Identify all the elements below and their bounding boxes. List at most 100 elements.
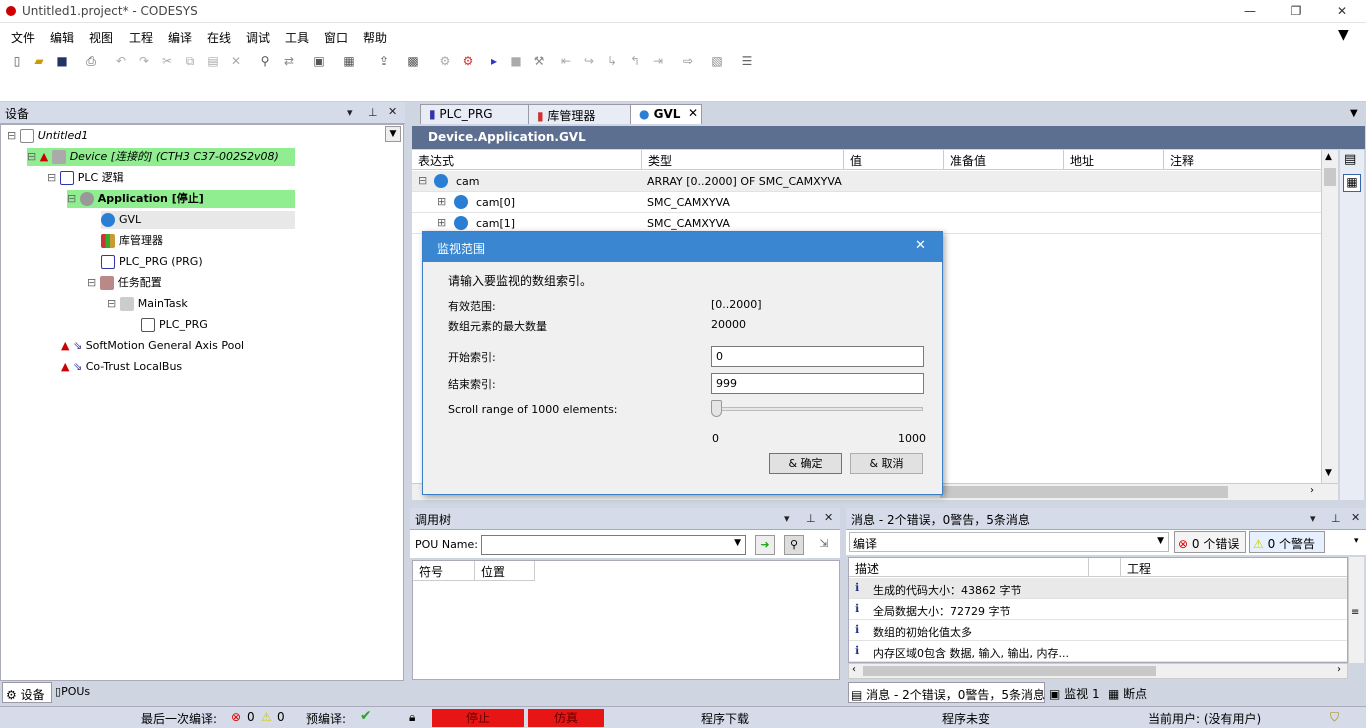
menu-online[interactable]: 在线	[207, 29, 231, 46]
tree-node-maintask-plc-prg[interactable]: PLC_PRG	[141, 316, 208, 334]
messages-horizontal-scrollbar[interactable]: ‹ ›	[848, 663, 1348, 679]
filter-icon[interactable]: ▼	[1338, 27, 1349, 43]
menu-tools[interactable]: 工具	[285, 29, 309, 46]
write-values-icon[interactable]: ⇨	[679, 53, 697, 69]
expand-icon[interactable]: ⊞	[437, 216, 446, 229]
menu-window[interactable]: 窗口	[324, 29, 348, 46]
menu-edit[interactable]: 编辑	[50, 29, 74, 46]
scroll-left-icon[interactable]: ‹	[852, 664, 856, 675]
tree-node-task-config[interactable]: ⊟ 任务配置	[87, 274, 162, 292]
find-icon[interactable]: ⚲	[256, 53, 274, 69]
tree-node-gvl[interactable]: GVL	[101, 211, 295, 229]
build-icon[interactable]: ▩	[404, 53, 422, 69]
col-value[interactable]: 值	[844, 150, 944, 170]
lock-icon[interactable]: 🔒︎	[409, 710, 415, 725]
tree-node-maintask[interactable]: ⊟ MainTask	[107, 295, 188, 313]
export-icon[interactable]: ⇲	[814, 535, 834, 555]
save-icon[interactable]: ■	[53, 53, 71, 69]
panel-close-icon[interactable]: ✕	[824, 511, 833, 524]
messages-more-icon[interactable]: ▾	[1354, 536, 1359, 546]
grid-vertical-scrollbar[interactable]: ▲ ▼	[1321, 150, 1338, 483]
more-tools-icon[interactable]: ☰	[738, 53, 756, 69]
run-to-cursor-icon[interactable]: ⇥	[649, 53, 667, 69]
list-item[interactable]: ℹ 全局数据大小：72729 字节	[849, 599, 1347, 620]
tab-library-manager[interactable]: ▮ 库管理器	[528, 104, 634, 124]
table-row[interactable]: ⊞ cam[0] SMC_CAMXYVA	[412, 192, 1338, 213]
delete-icon[interactable]: ✕	[227, 53, 245, 69]
stop-icon[interactable]: ■	[507, 53, 525, 69]
hscroll-thumb[interactable]	[863, 666, 1156, 676]
scroll-right-icon[interactable]: ›	[1310, 485, 1314, 496]
toolbox-icon[interactable]: ▤	[1344, 152, 1356, 167]
pin-icon[interactable]: ⊥	[806, 512, 816, 525]
slider-thumb[interactable]	[711, 400, 722, 417]
undo-icon[interactable]: ↶	[112, 53, 130, 69]
tab-messages[interactable]: ▤ 消息 - 2个错误，0警告，5条消息	[848, 682, 1045, 703]
cut-icon[interactable]: ✂	[158, 53, 176, 69]
tree-node-device[interactable]: ⊟ ▲ Device [连接的] (CTH3 C37-002S2v08)	[27, 148, 295, 166]
search-icon[interactable]: ⚲	[784, 535, 804, 555]
col-project[interactable]: 工程	[1121, 558, 1347, 577]
col-description[interactable]: 描述	[849, 558, 1089, 577]
copy-icon[interactable]: ⧉	[181, 53, 199, 69]
col-prepared-value[interactable]: 准备值	[944, 150, 1064, 170]
open-folder-icon[interactable]: ▰	[30, 53, 48, 69]
panel-close-icon[interactable]: ✕	[388, 105, 397, 118]
start-index-input[interactable]	[711, 346, 924, 367]
tree-node-plc-logic[interactable]: ⊟ PLC 逻辑	[47, 169, 124, 187]
login-icon[interactable]: ⚙	[436, 53, 454, 69]
col-type[interactable]: 类型	[642, 150, 844, 170]
menu-help[interactable]: 帮助	[363, 29, 387, 46]
maximize-button[interactable]: ❐	[1273, 0, 1319, 23]
table-row[interactable]: ⊟ cam ARRAY [0..2000] OF SMC_CAMXYVA	[412, 171, 1338, 192]
panel-close-icon[interactable]: ✕	[1351, 511, 1360, 524]
tree-node-library-manager[interactable]: 库管理器	[101, 232, 163, 250]
panel-menu-icon[interactable]: ▾	[347, 106, 353, 119]
message-category-select[interactable]: 编译 ▼	[849, 532, 1169, 552]
run-icon[interactable]: ▸	[485, 53, 503, 69]
col-address[interactable]: 地址	[1064, 150, 1164, 170]
logout-icon[interactable]: ⚙	[459, 53, 477, 69]
dialog-close-icon[interactable]: ✕	[915, 238, 926, 253]
list-item[interactable]: ℹ 内存区域0包含 数据, 输入, 输出, 内存...	[849, 641, 1347, 662]
errors-filter-button[interactable]: ⊗ 0 个错误	[1174, 531, 1246, 553]
col-location[interactable]: 位置	[475, 561, 535, 581]
scroll-up-icon[interactable]: ▲	[1325, 152, 1332, 162]
list-item[interactable]: ℹ 生成的代码大小：43862 字节	[849, 578, 1347, 599]
expand-icon[interactable]: ⊞	[437, 195, 446, 208]
paste-icon[interactable]: ▤	[204, 53, 222, 69]
menu-file[interactable]: 文件	[11, 29, 35, 46]
tree-node-application[interactable]: ⊟ Application [停止]	[67, 190, 295, 208]
go-arrow-icon[interactable]: ➜	[755, 535, 775, 555]
scroll-range-slider[interactable]	[711, 407, 923, 411]
reset-icon[interactable]: ⚒	[530, 53, 548, 69]
step-out-icon[interactable]: ↰	[626, 53, 644, 69]
tree-node-plc-prg[interactable]: PLC_PRG (PRG)	[101, 253, 203, 271]
menu-project[interactable]: 工程	[129, 29, 153, 46]
tab-close-icon[interactable]: ✕	[688, 106, 698, 120]
cancel-button[interactable]: & 取消	[850, 453, 923, 474]
menu-build[interactable]: 编译	[168, 29, 192, 46]
col-expression[interactable]: 表达式	[412, 150, 642, 170]
properties-icon[interactable]: ▦	[1343, 174, 1361, 192]
tree-dropdown-icon[interactable]: ▼	[385, 126, 401, 142]
scroll-down-icon[interactable]: ▼	[1325, 468, 1332, 478]
col-symbol[interactable]: 符号	[413, 561, 475, 581]
ok-button[interactable]: & 确定	[769, 453, 842, 474]
tree-node-axis-pool[interactable]: ▲ ⇘ SoftMotion General Axis Pool	[61, 337, 244, 355]
minimize-button[interactable]: —	[1227, 0, 1273, 23]
end-index-input[interactable]	[711, 373, 924, 394]
tab-pous[interactable]: ▯POUs	[55, 685, 90, 698]
hscroll-thumb[interactable]	[940, 486, 1228, 498]
replace-icon[interactable]: ⇄	[280, 53, 298, 69]
tab-breakpoints[interactable]: ▦ 断点	[1108, 685, 1147, 702]
pou-name-select[interactable]: ▼	[481, 535, 746, 555]
print-icon[interactable]: ⎙	[82, 53, 100, 69]
panel-menu-icon[interactable]: ▾	[1310, 512, 1316, 525]
scroll-thumb[interactable]	[1324, 168, 1336, 186]
close-button[interactable]: ✕	[1319, 0, 1365, 23]
menu-debug[interactable]: 调试	[246, 29, 270, 46]
collapse-icon[interactable]: ⊟	[418, 174, 427, 187]
window-icon[interactable]: ▣	[310, 53, 328, 69]
tab-watch[interactable]: ▣ 监视 1	[1049, 685, 1100, 702]
